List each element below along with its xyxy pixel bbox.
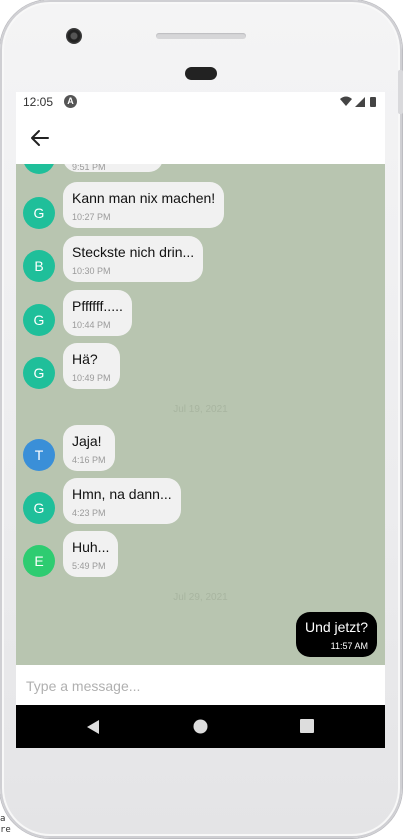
message-time: 11:57 AM [330,641,368,651]
nav-back-icon[interactable] [86,719,100,735]
message-text: Pffffff..... [72,298,123,314]
message-bubble[interactable]: 9:51 PM [63,164,163,172]
message-time: 4:16 PM [72,455,106,465]
avatar [23,164,55,174]
message-time: 9:51 PM [72,164,106,172]
app-bar [16,112,385,165]
message-text: Jaja! [72,433,102,449]
message-time: 10:49 PM [72,373,111,383]
message-bubble[interactable]: Hmn, na dann... 4:23 PM [63,478,181,524]
avatar: B [23,250,55,282]
nav-recents-icon[interactable] [300,719,314,733]
message-bubble[interactable]: Kann man nix machen! 10:27 PM [63,182,225,228]
avatar: T [23,439,55,471]
message-text: Hmn, na dann... [72,486,172,502]
message-bubble[interactable]: Huh... 5:49 PM [63,531,119,577]
wifi-icon [340,96,352,106]
message-text: Huh... [72,539,110,555]
message-bubble[interactable]: Hä? 10:49 PM [63,343,120,389]
message-composer [16,665,385,705]
front-camera-icon [66,28,82,44]
earpiece [185,67,217,80]
message-time: 4:23 PM [72,508,106,518]
side-button[interactable] [398,70,403,114]
message-time: 10:27 PM [72,212,111,222]
avatar: E [23,545,55,577]
screen: 12:05 A 9:51 PM G Kann man nix machen! 1… [16,92,385,748]
cellular-signal-icon [355,97,365,107]
status-time: 12:05 [23,95,54,109]
message-text: Kann man nix machen! [72,190,216,206]
message-bubble[interactable]: Pffffff..... 10:44 PM [63,290,132,336]
avatar: G [23,357,55,389]
status-icons [339,96,379,108]
speaker-grille [156,33,246,39]
message-text: Hä? [72,351,98,367]
message-input[interactable] [24,673,378,699]
message-time: 10:44 PM [72,320,111,330]
avatar: G [23,197,55,229]
message-text: Steckste nich drin... [72,244,195,260]
outgoing-message-bubble[interactable]: Und jetzt? 11:57 AM [295,612,377,657]
edge-text-line: a [0,814,6,824]
day-separator: Jul 19, 2021 [173,404,228,415]
phone-frame: 12:05 A 9:51 PM G Kann man nix machen! 1… [0,0,403,838]
message-time: 5:49 PM [72,561,106,571]
avatar: G [23,304,55,336]
day-separator: Jul 29, 2021 [173,592,228,603]
message-time: 10:30 PM [72,266,111,276]
nav-home-icon[interactable] [193,719,208,734]
avatar: G [23,492,55,524]
battery-icon [370,97,376,107]
message-bubble[interactable]: Steckste nich drin... 10:30 PM [63,236,204,282]
message-bubble[interactable]: Jaja! 4:16 PM [63,425,115,471]
message-text: Und jetzt? [304,619,368,635]
status-bar: 12:05 A [16,92,385,112]
edge-text-line: re [0,825,11,835]
notification-icon: A [64,95,77,108]
edge-text: a re [0,814,11,836]
back-arrow-icon[interactable] [30,128,50,148]
chat-area: 9:51 PM G Kann man nix machen! 10:27 PM … [16,164,385,665]
navigation-bar [16,705,385,748]
